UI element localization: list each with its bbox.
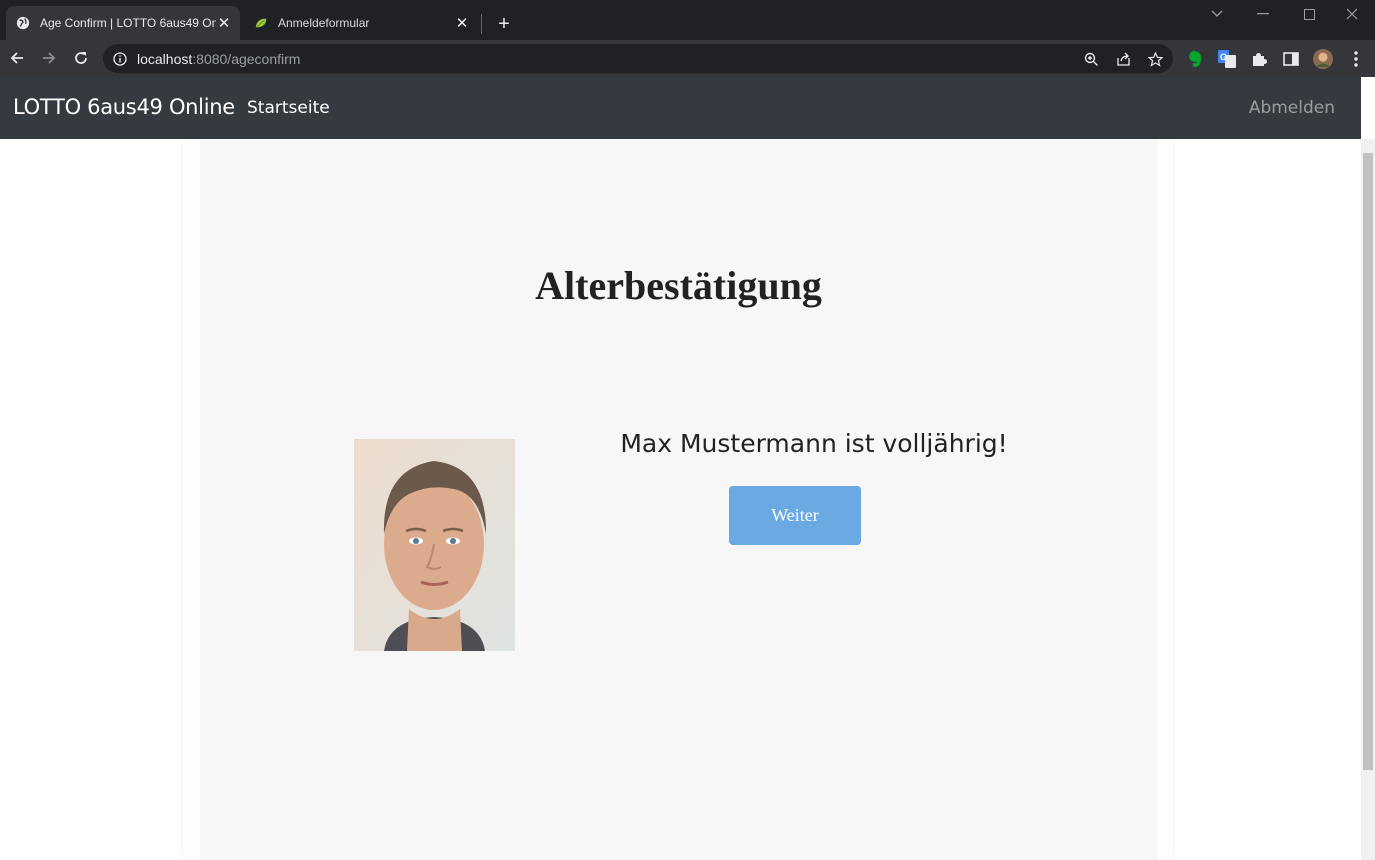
- puzzle-extensions-icon[interactable]: [1249, 49, 1269, 69]
- close-window-icon[interactable]: [1329, 0, 1375, 28]
- menu-dots-icon[interactable]: [1346, 49, 1366, 69]
- scrollbar-thumb[interactable]: [1363, 153, 1373, 770]
- maximize-icon[interactable]: [1286, 0, 1332, 28]
- age-confirm-message: Max Mustermann ist volljährig!: [620, 429, 1008, 458]
- share-icon[interactable]: [1114, 50, 1132, 68]
- url-path: :8080/ageconfirm: [192, 51, 301, 67]
- tab-age-confirm[interactable]: Age Confirm | LOTTO 6aus49 Online ✕: [6, 6, 240, 40]
- user-photo: [354, 439, 515, 651]
- globe-icon: [16, 16, 30, 30]
- bookmark-star-icon[interactable]: [1146, 50, 1164, 68]
- browser-titlebar: Age Confirm | LOTTO 6aus49 Online ✕ Anme…: [0, 0, 1375, 40]
- browser-toolbar: localhost:8080/ageconfirm G: [0, 40, 1375, 77]
- minimize-icon[interactable]: [1240, 0, 1286, 28]
- url-text: localhost:8080/ageconfirm: [137, 51, 300, 67]
- svg-text:G: G: [1220, 52, 1227, 62]
- page-scrollbar[interactable]: [1361, 139, 1375, 860]
- nav-link-abmelden[interactable]: Abmelden: [1249, 98, 1335, 118]
- translate-extension-icon[interactable]: G: [1217, 49, 1237, 69]
- spring-leaf-icon: [255, 18, 267, 28]
- zoom-icon[interactable]: [1082, 50, 1100, 68]
- page-title: Alterbestätigung: [535, 263, 822, 308]
- weiter-button[interactable]: Weiter: [729, 486, 861, 545]
- brand-link[interactable]: LOTTO 6aus49 Online: [13, 95, 235, 119]
- address-bar[interactable]: localhost:8080/ageconfirm: [103, 44, 1173, 73]
- back-arrow-icon[interactable]: [5, 46, 29, 70]
- tab-title: Age Confirm | LOTTO 6aus49 Online: [40, 16, 216, 30]
- tab-search-icon[interactable]: [1194, 0, 1240, 28]
- tab-separator: [481, 14, 482, 34]
- tab-title: Anmeldeformular: [278, 16, 370, 30]
- forward-arrow-icon[interactable]: [37, 46, 61, 70]
- close-tab-icon[interactable]: ✕: [454, 15, 470, 32]
- profile-avatar-icon[interactable]: [1313, 49, 1333, 69]
- close-tab-icon[interactable]: ✕: [216, 15, 232, 32]
- side-panel-icon[interactable]: [1281, 49, 1301, 69]
- tab-anmeldeformular[interactable]: Anmeldeformular ✕: [244, 6, 478, 40]
- evernote-extension-icon[interactable]: [1185, 49, 1205, 69]
- site-navbar: LOTTO 6aus49 Online Startseite Abmelden: [0, 77, 1361, 139]
- reload-icon[interactable]: [69, 46, 93, 70]
- age-confirm-card: [200, 139, 1157, 860]
- info-icon[interactable]: [111, 50, 129, 68]
- nav-link-startseite[interactable]: Startseite: [247, 98, 330, 118]
- url-host: localhost: [137, 51, 193, 67]
- new-tab-icon[interactable]: +: [492, 12, 516, 36]
